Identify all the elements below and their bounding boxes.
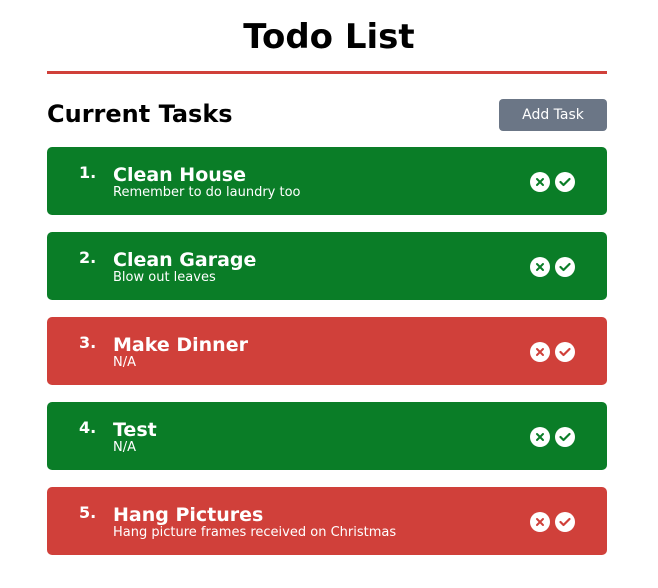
task-description: N/A bbox=[113, 440, 136, 455]
task-title: Clean House bbox=[113, 164, 246, 186]
task-card: 3. Make Dinner N/A bbox=[47, 317, 607, 385]
task-list: 1. Clean House Remember to do laundry to… bbox=[47, 147, 607, 572]
check-circle-icon[interactable] bbox=[555, 512, 575, 532]
close-circle-icon[interactable] bbox=[530, 257, 550, 277]
task-description: N/A bbox=[113, 355, 136, 370]
task-description: Blow out leaves bbox=[113, 270, 216, 285]
task-card: 1. Clean House Remember to do laundry to… bbox=[47, 147, 607, 215]
check-circle-icon[interactable] bbox=[555, 257, 575, 277]
task-title: Clean Garage bbox=[113, 249, 257, 271]
task-actions bbox=[530, 512, 575, 532]
title-divider bbox=[47, 71, 607, 74]
add-task-button[interactable]: Add Task bbox=[499, 99, 607, 131]
close-circle-icon[interactable] bbox=[530, 512, 550, 532]
task-number: 2. bbox=[79, 248, 97, 267]
task-title: Make Dinner bbox=[113, 334, 248, 356]
task-number: 4. bbox=[79, 418, 97, 437]
task-actions bbox=[530, 342, 575, 362]
task-number: 1. bbox=[79, 163, 97, 182]
task-actions bbox=[530, 172, 575, 192]
task-title: Hang Pictures bbox=[113, 504, 264, 526]
check-circle-icon[interactable] bbox=[555, 427, 575, 447]
task-actions bbox=[530, 257, 575, 277]
close-circle-icon[interactable] bbox=[530, 427, 550, 447]
task-actions bbox=[530, 427, 575, 447]
task-number: 3. bbox=[79, 333, 97, 352]
task-card: 5. Hang Pictures Hang picture frames rec… bbox=[47, 487, 607, 555]
check-circle-icon[interactable] bbox=[555, 172, 575, 192]
task-title: Test bbox=[113, 419, 157, 441]
section-heading: Current Tasks bbox=[47, 100, 233, 128]
check-circle-icon[interactable] bbox=[555, 342, 575, 362]
task-description: Remember to do laundry too bbox=[113, 185, 301, 200]
task-card: 2. Clean Garage Blow out leaves bbox=[47, 232, 607, 300]
page-title: Todo List bbox=[243, 17, 415, 57]
close-circle-icon[interactable] bbox=[530, 342, 550, 362]
task-card: 4. Test N/A bbox=[47, 402, 607, 470]
close-circle-icon[interactable] bbox=[530, 172, 550, 192]
task-description: Hang picture frames received on Christma… bbox=[113, 525, 397, 540]
task-number: 5. bbox=[79, 503, 97, 522]
